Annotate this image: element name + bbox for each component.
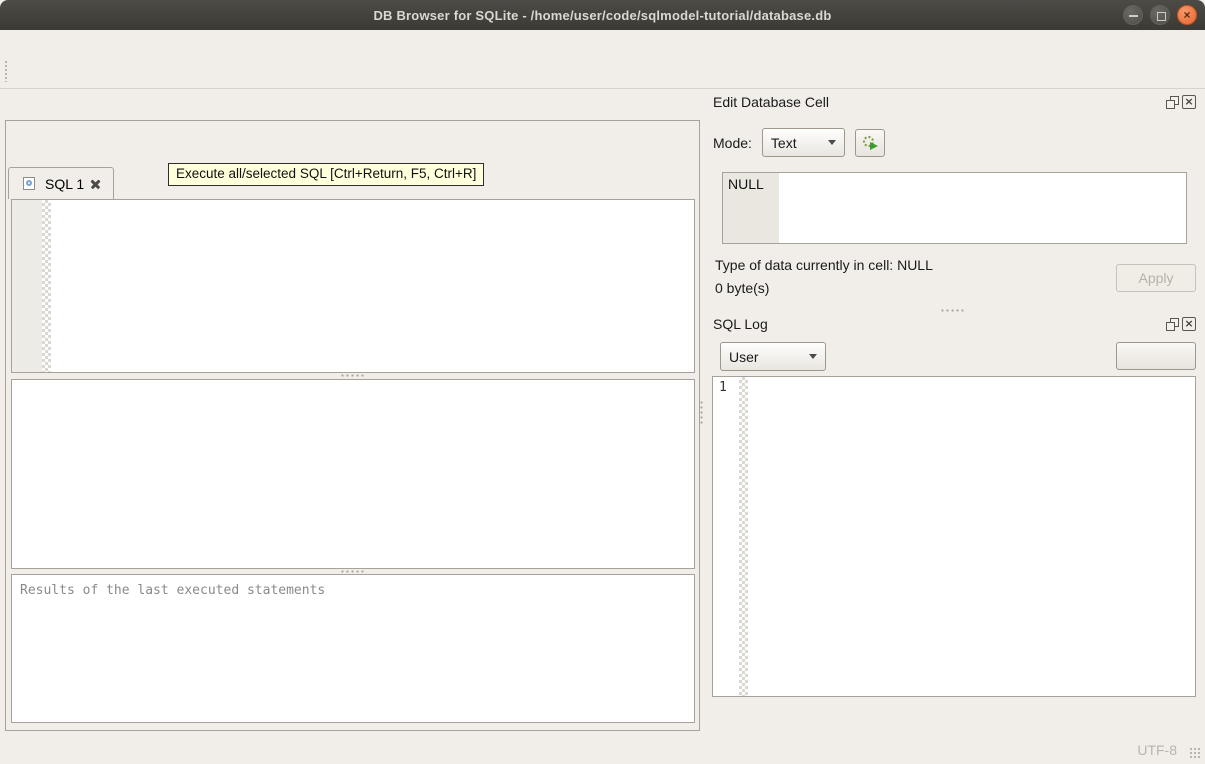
sql-editor[interactable] <box>11 199 695 373</box>
close-dock-icon[interactable]: × <box>1182 95 1196 109</box>
close-button[interactable]: × <box>1177 5 1197 25</box>
cell-size-info: 0 byte(s) <box>715 280 770 296</box>
cell-editor[interactable]: NULL <box>722 172 1187 244</box>
window-title: DB Browser for SQLite - /home/user/code/… <box>373 7 832 23</box>
splitter-dots <box>939 309 966 312</box>
splitter-dots <box>340 374 366 377</box>
mode-label: Mode: <box>713 134 752 151</box>
log-filter-value: User <box>729 348 759 365</box>
dock-area: Edit Database Cell × Mode: Text NULL Typ… <box>705 92 1200 734</box>
minimize-button[interactable] <box>1123 5 1143 25</box>
maximize-button[interactable] <box>1150 5 1170 25</box>
sql-log-title: SQL Log <box>713 316 768 332</box>
fold-margin <box>42 200 51 372</box>
results-placeholder: Results of the last executed statements <box>20 583 326 598</box>
log-fold-margin <box>739 377 748 696</box>
cell-type-info: Type of data currently in cell: NULL <box>715 257 933 273</box>
tooltip: Execute all/selected SQL [Ctrl+Return, F… <box>168 163 485 186</box>
close-icon: × <box>1183 8 1191 22</box>
mode-select[interactable]: Text <box>761 128 845 157</box>
main-toolbar <box>0 54 1205 89</box>
line-number-gutter <box>12 200 42 372</box>
dock-splitter-handle[interactable] <box>705 308 1200 313</box>
float-dock-icon[interactable] <box>1165 317 1179 331</box>
sql-tab-bar: SQL 1 <box>8 166 115 199</box>
status-bar: UTF-8 <box>0 735 1205 764</box>
maximize-icon <box>1151 6 1169 24</box>
chevron-down-icon <box>827 140 836 145</box>
mode-value: Text <box>770 134 797 151</box>
results-message-pane[interactable]: Results of the last executed statements <box>11 574 695 723</box>
sql-tab-label: SQL 1 <box>45 175 85 192</box>
cell-value: NULL <box>723 173 779 243</box>
edit-cell-dock-header: Edit Database Cell × <box>713 94 1196 110</box>
window-controls: × <box>1123 5 1197 25</box>
float-dock-icon[interactable] <box>1165 95 1179 109</box>
sql-log-view[interactable]: 1 <box>712 376 1196 697</box>
minimize-icon <box>1124 6 1142 24</box>
apply-button: Apply <box>1116 264 1196 292</box>
import-settings-icon <box>861 135 879 151</box>
resize-grip[interactable] <box>1189 747 1202 760</box>
main-splitter-handle[interactable] <box>700 400 703 426</box>
clear-button[interactable] <box>1116 342 1196 370</box>
close-tab-icon[interactable] <box>90 178 101 189</box>
splitter-dots <box>340 570 366 573</box>
sql-file-icon <box>21 176 39 192</box>
execute-sql-panel: SQL 1 Execute all/selected SQL [Ctrl+Ret… <box>5 120 700 731</box>
chevron-down-icon <box>809 354 817 359</box>
title-bar[interactable]: DB Browser for SQLite - /home/user/code/… <box>0 0 1205 30</box>
import-settings-button[interactable] <box>854 128 885 157</box>
sql-log-dock-header: SQL Log × <box>713 316 1196 332</box>
apply-label: Apply <box>1138 270 1174 286</box>
sql-code <box>12 200 694 204</box>
edit-cell-title: Edit Database Cell <box>713 94 829 110</box>
toolbar-grip[interactable] <box>4 60 9 82</box>
query-results-grid[interactable] <box>11 379 695 569</box>
app-window: DB Browser for SQLite - /home/user/code/… <box>0 0 1205 764</box>
log-filter-select[interactable]: User <box>720 342 826 371</box>
close-dock-icon[interactable]: × <box>1182 317 1196 331</box>
log-filter-row: User <box>712 342 826 371</box>
encoding-indicator: UTF-8 <box>1137 742 1177 758</box>
splitter-handle[interactable] <box>11 373 695 378</box>
menu-bar <box>0 30 1205 54</box>
log-line-number: 1 <box>719 380 727 395</box>
cell-mode-row: Mode: Text <box>713 128 885 157</box>
sql-editor-tab[interactable]: SQL 1 <box>8 167 115 199</box>
